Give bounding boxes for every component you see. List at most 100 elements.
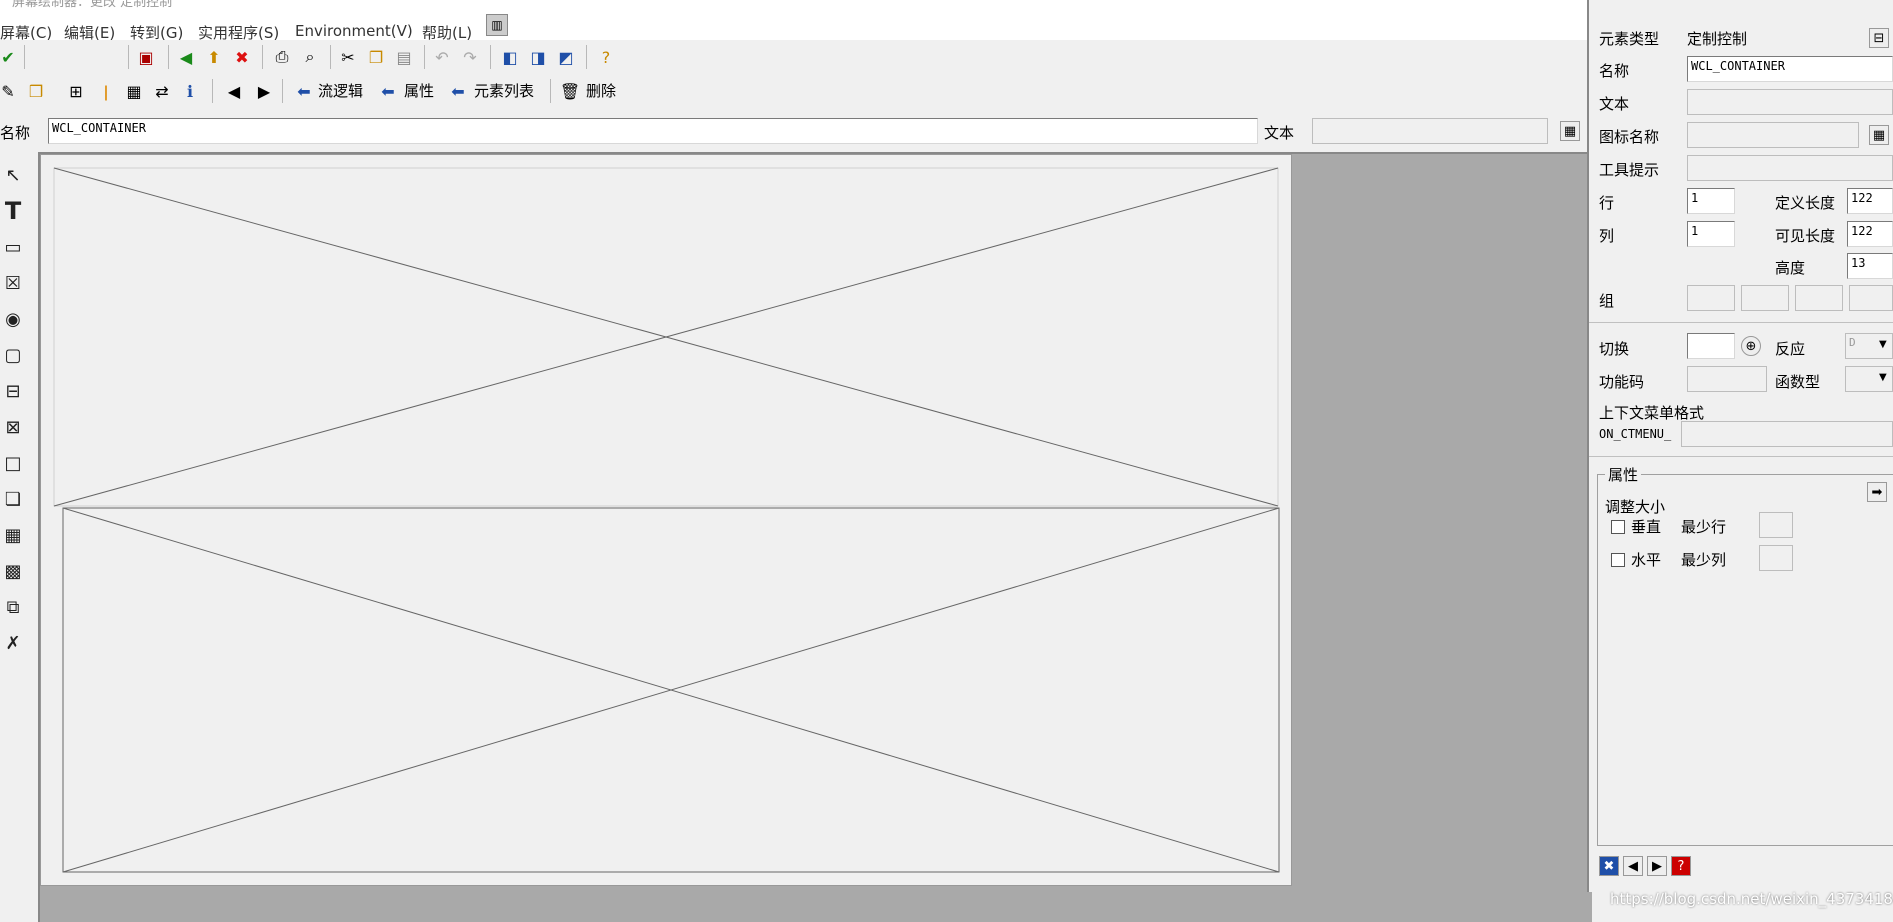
table-control-icon[interactable]: ▦	[0, 520, 26, 550]
grid-icon[interactable]: ▦	[122, 79, 146, 103]
object-icon[interactable]: ❒	[24, 79, 48, 103]
reaction-label: 反应	[1775, 340, 1806, 358]
element-palette: ↖ T ▭ ☒ ◉ ▢ ⊟ ⊠ □ ❏ ▦ ▩ ⧉ ✗	[0, 156, 34, 920]
name-field[interactable]: WCL_CONTAINER	[1687, 56, 1893, 82]
min-rows-field[interactable]	[1759, 512, 1793, 538]
element-type-value: 定制控制	[1687, 30, 1748, 48]
arrow-right-icon[interactable]: ➡	[1867, 482, 1887, 502]
info-icon[interactable]: ℹ	[178, 79, 202, 103]
def-length-field[interactable]: 122	[1847, 188, 1893, 214]
copy-icon[interactable]: ❐	[364, 45, 388, 69]
tooltip-label: 工具提示	[1599, 161, 1660, 179]
pencil-icon[interactable]: ✎	[0, 79, 20, 103]
group-field-4[interactable]	[1849, 285, 1893, 311]
toolbar-separator	[330, 45, 331, 69]
tooltip-field[interactable]	[1687, 155, 1893, 181]
toggle-icon[interactable]: ⊕	[1741, 336, 1761, 356]
toolbar-separator	[490, 45, 491, 69]
standard-toolbar: ✔ ▣ ◀ ⬆ ✖ ⎙ ⌕ ✂ ❐ ▤ ↶ ↷ ◧ ◨ ◩ ?	[0, 40, 1590, 74]
custom-control-icon[interactable]: ⧉	[0, 592, 26, 622]
divider	[1589, 456, 1893, 457]
layout2-icon[interactable]: ◨	[526, 45, 550, 69]
layout1-icon[interactable]: ◧	[498, 45, 522, 69]
exit-icon[interactable]: ⬆	[202, 45, 226, 69]
group-field-2[interactable]	[1741, 285, 1789, 311]
help-icon[interactable]: ?	[1671, 856, 1691, 876]
divider	[1589, 322, 1893, 323]
back-icon[interactable]: ◀	[174, 45, 198, 69]
ftype-label: 函数型	[1775, 373, 1821, 391]
attributes-button[interactable]: 属性	[404, 80, 434, 101]
fcode-field[interactable]	[1687, 366, 1767, 392]
subscreen-icon[interactable]: ❏	[0, 484, 26, 514]
ctx-menu-field[interactable]	[1681, 421, 1893, 447]
icon-name-label: 图标名称	[1599, 128, 1660, 146]
layout-icon[interactable]: ▥	[486, 14, 508, 36]
vertical-checkbox[interactable]	[1611, 520, 1625, 534]
toolbar-separator	[212, 79, 213, 103]
toolbar-separator	[128, 45, 129, 69]
toolbar-separator	[282, 79, 283, 103]
next-icon[interactable]: ▶	[252, 79, 276, 103]
row-field[interactable]: 1	[1687, 188, 1735, 214]
status-icon[interactable]: ✗	[0, 628, 26, 658]
arrow-left-icon: ⬅	[381, 81, 395, 101]
undo-icon[interactable]: ↶	[430, 45, 454, 69]
print-icon[interactable]: ⎙	[270, 45, 294, 69]
custom-control-placeholder[interactable]	[41, 155, 1291, 885]
icon-name-field[interactable]	[1687, 122, 1859, 148]
table-wizard-icon[interactable]: ▩	[0, 556, 26, 586]
name-label: 名称	[0, 124, 31, 142]
menu-environment[interactable]: Environment(V)	[295, 22, 413, 40]
group-field-1[interactable]	[1687, 285, 1735, 311]
vis-length-label: 可见长度	[1775, 227, 1836, 245]
input-field-icon[interactable]: ▭	[0, 232, 26, 262]
marker-icon[interactable]: ǀ	[94, 79, 118, 103]
prev-icon[interactable]: ◀	[222, 79, 246, 103]
switch-field[interactable]	[1687, 333, 1735, 359]
chevron-down-icon[interactable]: ▼	[1879, 372, 1887, 383]
close-icon[interactable]: ✖	[1599, 856, 1619, 876]
redo-icon[interactable]: ↷	[458, 45, 482, 69]
doc-icon[interactable]: ⊟	[1869, 28, 1889, 48]
min-cols-field[interactable]	[1759, 545, 1793, 571]
group-field-3[interactable]	[1795, 285, 1843, 311]
hierarchy-icon[interactable]: ⊞	[64, 79, 88, 103]
paste-icon[interactable]: ▤	[392, 45, 416, 69]
toolbar-separator	[262, 45, 263, 69]
table-icon[interactable]: ▦	[1560, 121, 1580, 141]
flow-logic-button[interactable]: 流逻辑	[318, 80, 363, 101]
help-icon[interactable]: ?	[594, 45, 618, 69]
text-field[interactable]	[1687, 89, 1893, 115]
delete-button[interactable]: 删除	[586, 80, 616, 101]
name-input[interactable]: WCL_CONTAINER	[48, 118, 1258, 144]
col-field[interactable]: 1	[1687, 221, 1735, 247]
table-icon[interactable]: ▦	[1869, 125, 1889, 145]
vis-length-field[interactable]: 122	[1847, 221, 1893, 247]
check-icon[interactable]: ✔	[0, 45, 20, 69]
watermark: https://blog.csdn.net/weixin_43734184	[1610, 890, 1893, 908]
prev-icon[interactable]: ◀	[1623, 856, 1643, 876]
screen-canvas[interactable]	[40, 154, 1292, 886]
radio-icon[interactable]: ◉	[0, 304, 26, 334]
pointer-icon[interactable]: ↖	[0, 160, 26, 190]
tabstrip-icon[interactable]: ⊟	[0, 376, 26, 406]
save-icon[interactable]: ▣	[134, 45, 158, 69]
chevron-down-icon[interactable]: ▼	[1879, 339, 1887, 350]
pushbutton-icon[interactable]: ▢	[0, 340, 26, 370]
layout3-icon[interactable]: ◩	[554, 45, 578, 69]
cut-icon[interactable]: ✂	[336, 45, 360, 69]
text-field-icon[interactable]: T	[0, 196, 26, 226]
checkbox-icon[interactable]: ☒	[0, 268, 26, 298]
height-field[interactable]: 13	[1847, 253, 1893, 279]
cancel-icon[interactable]: ✖	[230, 45, 254, 69]
find-icon[interactable]: ⌕	[298, 45, 322, 69]
element-list-button[interactable]: 元素列表	[474, 80, 534, 101]
tabstrip-wizard-icon[interactable]: ⊠	[0, 412, 26, 442]
horizontal-checkbox[interactable]	[1611, 553, 1625, 567]
next-icon[interactable]: ▶	[1647, 856, 1667, 876]
box-icon[interactable]: □	[0, 448, 26, 478]
flow-icon[interactable]: ⇄	[150, 79, 174, 103]
toolbar-separator	[24, 45, 25, 69]
text-input[interactable]	[1312, 118, 1548, 144]
